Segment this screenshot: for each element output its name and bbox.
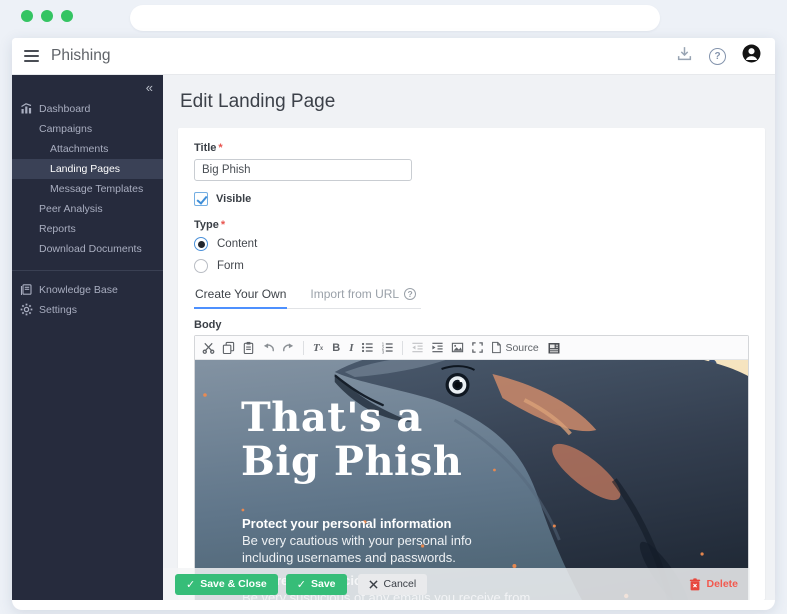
required-asterisk: * (220, 219, 226, 231)
knowledge-base-icon (20, 283, 33, 296)
window-dot-icon (21, 10, 33, 22)
sidebar-item-settings[interactable]: Settings (12, 300, 163, 320)
preview-headline: That's a Big Phish (241, 394, 463, 485)
redo-icon[interactable] (281, 340, 296, 355)
download-icon[interactable] (676, 45, 693, 67)
sidebar-item-dashboard[interactable]: Dashboard (12, 99, 163, 119)
type-radio-form-label: Form (217, 260, 244, 272)
preview-section1-heading: Protect your personal information (242, 516, 452, 531)
sidebar-item-download-documents[interactable]: Download Documents (12, 239, 163, 259)
templates-icon[interactable] (547, 340, 562, 355)
body-label: Body (194, 319, 222, 331)
sidebar-item-campaigns[interactable]: Campaigns (12, 119, 163, 139)
app-bar: Phishing ? (12, 38, 775, 75)
help-icon[interactable]: ? (709, 47, 726, 65)
save-and-close-button[interactable]: ✓ Save & Close (175, 573, 278, 595)
title-label: Title * (194, 142, 223, 154)
save-button[interactable]: ✓ Save (285, 573, 347, 595)
source-button[interactable]: Source (490, 341, 539, 354)
bold-icon[interactable]: B (330, 340, 342, 355)
insert-image-icon[interactable] (450, 340, 465, 355)
cut-icon[interactable] (201, 340, 216, 355)
sidebar-item-attachments[interactable]: Attachments (12, 139, 163, 159)
close-icon (368, 579, 378, 589)
sidebar-divider (12, 270, 163, 271)
window-dot-icon (61, 10, 73, 22)
visible-label: Visible (216, 193, 252, 205)
cancel-button[interactable]: Cancel (357, 573, 428, 595)
sidebar-item-knowledge-base[interactable]: Knowledge Base (12, 280, 163, 300)
page-title: Edit Landing Page (180, 91, 336, 112)
screenshot-root: Phishing ? « Dashboard Campaigns Attachm… (0, 0, 787, 614)
delete-button[interactable]: Delete (689, 577, 738, 591)
svg-text:3: 3 (382, 349, 385, 354)
trash-icon (690, 577, 701, 590)
sidebar-collapse-icon[interactable]: « (12, 75, 163, 96)
visible-checkbox[interactable] (194, 192, 208, 206)
user-avatar[interactable] (742, 44, 761, 68)
menu-icon[interactable] (24, 50, 39, 62)
check-icon: ✓ (186, 578, 196, 591)
sidebar-item-landing-pages[interactable]: Landing Pages (12, 159, 163, 179)
source-doc-icon (492, 341, 502, 354)
sidebar-item-reports[interactable]: Reports (12, 219, 163, 239)
app-window: Phishing ? « Dashboard Campaigns Attachm… (12, 38, 775, 610)
edit-landing-page-card: Title* Visible Type* Content (178, 128, 765, 600)
main-content: Edit Landing Page Title* Visible Type* (163, 75, 775, 600)
body-editor: Tx B I 1 2 3 Source That's a Big Phish P… (194, 335, 749, 600)
editor-toolbar: Tx B I 1 2 3 Source (195, 336, 748, 360)
type-radio-content-label: Content (217, 238, 258, 250)
action-footer: ✓ Save & Close ✓ Save Cancel Delete (163, 568, 750, 600)
tab-import-from-url[interactable]: Import from URL ? (309, 285, 417, 309)
sidebar: « Dashboard Campaigns Attachments Landin… (12, 75, 163, 600)
tab-create-your-own[interactable]: Create Your Own (194, 285, 288, 309)
workspace: « Dashboard Campaigns Attachments Landin… (12, 75, 775, 600)
numbered-list-icon[interactable]: 123 (380, 340, 395, 355)
paste-icon[interactable] (241, 340, 256, 355)
url-bar[interactable] (130, 5, 660, 31)
check-icon: ✓ (296, 578, 306, 591)
landing-page-tabs: Create Your Own Import from URL ? (194, 285, 422, 309)
indent-icon[interactable] (430, 340, 445, 355)
browser-chrome (0, 0, 787, 38)
window-dot-icon (41, 10, 53, 22)
copy-icon[interactable] (221, 340, 236, 355)
undo-icon[interactable] (261, 340, 276, 355)
type-radio-content[interactable] (194, 237, 208, 251)
outdent-icon[interactable] (410, 340, 425, 355)
question-circle-icon[interactable]: ? (404, 288, 417, 300)
type-radio-form[interactable] (194, 259, 208, 273)
remove-format-icon[interactable]: Tx (311, 340, 325, 355)
italic-icon[interactable]: I (347, 340, 355, 355)
preview-section1-body: Be very cautious with your personal info… (242, 533, 472, 565)
bulleted-list-icon[interactable] (360, 340, 375, 355)
settings-icon (20, 303, 33, 316)
sidebar-item-peer-analysis[interactable]: Peer Analysis (12, 199, 163, 219)
app-title: Phishing (51, 47, 111, 64)
landing-page-preview[interactable]: That's a Big Phish Protect your personal… (195, 360, 748, 600)
maximize-icon[interactable] (470, 340, 485, 355)
dashboard-icon (20, 102, 33, 115)
sidebar-item-message-templates[interactable]: Message Templates (12, 179, 163, 199)
title-input[interactable] (194, 159, 412, 181)
required-asterisk: * (218, 142, 223, 154)
type-label: Type * (194, 219, 226, 231)
